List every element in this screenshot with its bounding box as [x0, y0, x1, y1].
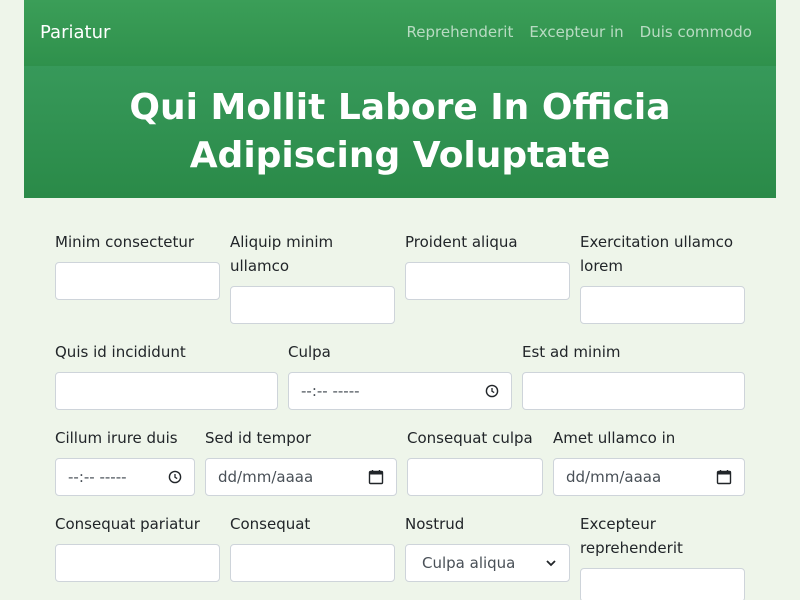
field-amet-ullamco-in: Amet ullamco in dd/mm/aaaa [553, 426, 745, 512]
field-sed-id-tempor: Sed id tempor dd/mm/aaaa [205, 426, 397, 512]
label-consequat: Consequat [230, 515, 311, 533]
field-exercitation-ullamco-lorem: Exercitation ullamco lorem [580, 230, 745, 340]
input-consequat-pariatur[interactable] [55, 544, 220, 582]
form: Minim consectetur Aliquip minim ullamco … [55, 230, 745, 600]
chevron-down-icon[interactable] [545, 557, 557, 569]
form-row-4: Consequat pariatur Consequat Nostrud Cul… [55, 512, 745, 600]
label-excepteur-reprehenderit: Excepteur reprehenderit [580, 515, 683, 557]
time-input-cillum-irure-duis[interactable]: --:-- ----- [55, 458, 195, 496]
calendar-icon[interactable] [368, 469, 384, 485]
calendar-icon[interactable] [716, 469, 732, 485]
input-quis-id-incididunt[interactable] [55, 372, 278, 410]
label-consequat-culpa: Consequat culpa [407, 429, 533, 447]
label-sed-id-tempor: Sed id tempor [205, 429, 312, 447]
field-est-ad-minim: Est ad minim [522, 340, 745, 426]
input-aliquip-minim-ullamco[interactable] [230, 286, 395, 324]
time-placeholder: --:-- ----- [68, 468, 127, 486]
input-minim-consectetur[interactable] [55, 262, 220, 300]
clock-icon[interactable] [168, 470, 182, 484]
label-nostrud: Nostrud [405, 515, 465, 533]
field-culpa: Culpa --:-- ----- [288, 340, 512, 426]
navbar: Pariatur Reprehenderit Excepteur in Duis… [24, 0, 776, 66]
label-consequat-pariatur: Consequat pariatur [55, 515, 200, 533]
field-consequat-pariatur: Consequat pariatur [55, 512, 220, 600]
nav-links: Reprehenderit Excepteur in Duis commodo [407, 23, 752, 41]
time-input-culpa[interactable]: --:-- ----- [288, 372, 512, 410]
label-est-ad-minim: Est ad minim [522, 343, 621, 361]
nav-link-excepteur-in[interactable]: Excepteur in [529, 23, 623, 41]
input-exercitation-ullamco-lorem[interactable] [580, 286, 745, 324]
input-consequat[interactable] [230, 544, 395, 582]
field-consequat: Consequat [230, 512, 395, 600]
field-quis-id-incididunt: Quis id incididunt [55, 340, 278, 426]
date-placeholder: dd/mm/aaaa [566, 468, 662, 486]
nav-link-duis-commodo[interactable]: Duis commodo [640, 23, 752, 41]
date-placeholder: dd/mm/aaaa [218, 468, 314, 486]
input-proident-aliqua[interactable] [405, 262, 570, 300]
select-value: Culpa aliqua [422, 554, 516, 572]
page-container: Pariatur Reprehenderit Excepteur in Duis… [24, 0, 776, 198]
field-cillum-irure-duis: Cillum irure duis --:-- ----- [55, 426, 195, 512]
field-nostrud: Nostrud Culpa aliqua [405, 512, 570, 600]
field-excepteur-reprehenderit: Excepteur reprehenderit [580, 512, 745, 600]
clock-icon[interactable] [485, 384, 499, 398]
date-input-amet-ullamco-in[interactable]: dd/mm/aaaa [553, 458, 745, 496]
field-proident-aliqua: Proident aliqua [405, 230, 570, 340]
form-row-2: Quis id incididunt Culpa --:-- ----- Est… [55, 340, 745, 426]
hero-banner: Qui Mollit Labore In Officia Adipiscing … [24, 66, 776, 198]
page-title: Qui Mollit Labore In Officia Adipiscing … [129, 87, 671, 176]
label-exercitation-ullamco-lorem: Exercitation ullamco lorem [580, 233, 734, 275]
select-nostrud[interactable]: Culpa aliqua [405, 544, 570, 582]
label-aliquip-minim-ullamco: Aliquip minim ullamco [230, 233, 334, 275]
nav-link-reprehenderit[interactable]: Reprehenderit [407, 23, 514, 41]
time-placeholder: --:-- ----- [301, 382, 360, 400]
date-input-sed-id-tempor[interactable]: dd/mm/aaaa [205, 458, 397, 496]
field-minim-consectetur: Minim consectetur [55, 230, 220, 340]
field-consequat-culpa: Consequat culpa [407, 426, 543, 512]
label-amet-ullamco-in: Amet ullamco in [553, 429, 676, 447]
input-consequat-culpa[interactable] [407, 458, 543, 496]
label-culpa: Culpa [288, 343, 331, 361]
label-quis-id-incididunt: Quis id incididunt [55, 343, 186, 361]
label-cillum-irure-duis: Cillum irure duis [55, 429, 178, 447]
form-row-1: Minim consectetur Aliquip minim ullamco … [55, 230, 745, 340]
input-excepteur-reprehenderit[interactable] [580, 568, 745, 600]
label-proident-aliqua: Proident aliqua [405, 233, 518, 251]
field-aliquip-minim-ullamco: Aliquip minim ullamco [230, 230, 395, 340]
label-minim-consectetur: Minim consectetur [55, 233, 195, 251]
form-row-3: Cillum irure duis --:-- ----- Sed id tem… [55, 426, 745, 512]
input-est-ad-minim[interactable] [522, 372, 745, 410]
navbar-brand[interactable]: Pariatur [40, 22, 110, 43]
